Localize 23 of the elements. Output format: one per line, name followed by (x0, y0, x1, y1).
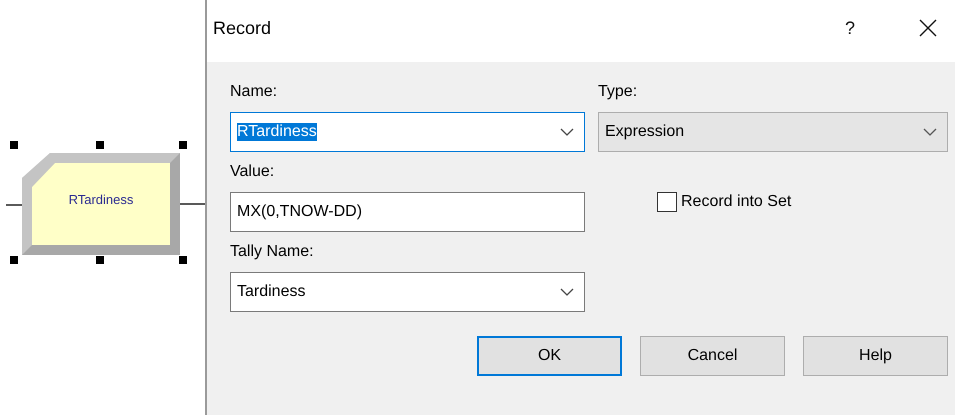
help-button[interactable]: ? (840, 18, 859, 38)
field-label: Tally Name: (230, 242, 315, 262)
window-title: Record (213, 18, 272, 38)
checkbox-label: Record into Set (681, 193, 792, 211)
module-label: RTardiness (68, 192, 134, 207)
dialog-button[interactable]: Cancel (640, 336, 785, 376)
field-label: Type: (598, 82, 638, 102)
selection-handles[interactable] (10, 141, 187, 264)
close-icon[interactable] (919, 19, 937, 37)
value-field[interactable]: MX(0,TNOW-DD) (230, 192, 585, 232)
checkbox[interactable] (657, 192, 677, 212)
chevron-down-icon (923, 128, 937, 136)
type-dropdown[interactable]: Expression (598, 112, 948, 152)
dialog-button[interactable]: Help (803, 336, 948, 376)
chevron-down-icon (560, 128, 574, 136)
dialog-button[interactable]: OK (477, 336, 622, 376)
connector-line (6, 204, 22, 206)
field-label: Value: (230, 162, 276, 182)
field-label: Name: (230, 82, 278, 102)
name-combo-box[interactable]: RTardiness (230, 112, 585, 152)
chevron-down-icon (560, 288, 574, 296)
connector-line (180, 203, 205, 205)
tally-name-combo-box[interactable]: Tardiness (230, 272, 585, 312)
